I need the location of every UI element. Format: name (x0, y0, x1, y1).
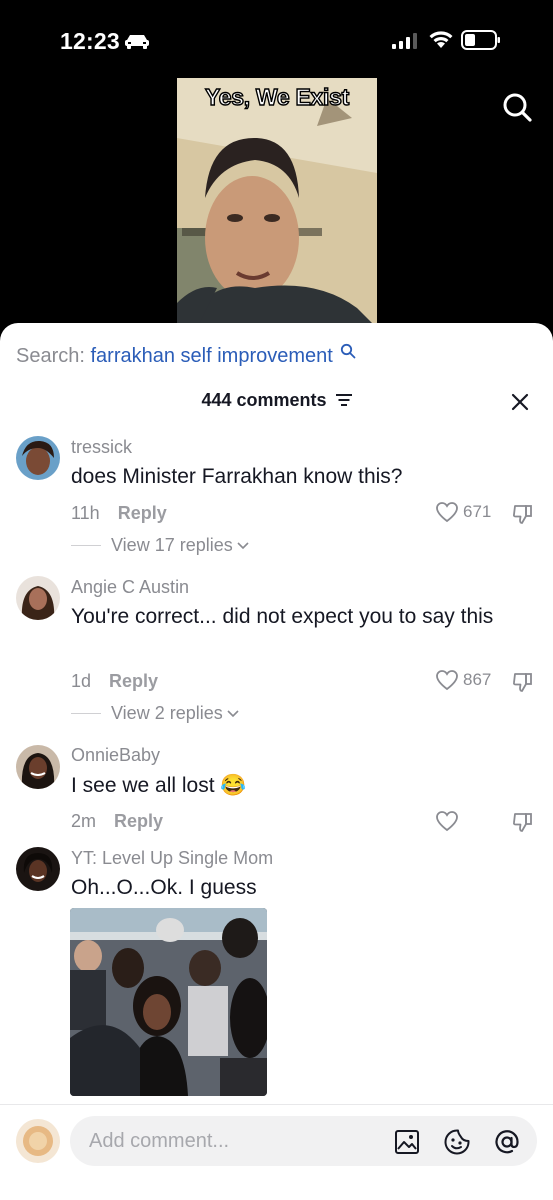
comment-username[interactable]: OnnieBaby (71, 745, 160, 766)
battery-icon (461, 30, 500, 50)
video-frame-image (177, 78, 377, 328)
comment-composer (0, 1104, 553, 1200)
dislike-icon[interactable] (511, 670, 535, 694)
heart-icon (436, 670, 458, 691)
my-avatar[interactable] (16, 1119, 60, 1163)
comment-text: does Minister Farrakhan know this? (71, 465, 403, 488)
comment-meta: 2m Reply (71, 811, 163, 832)
like-button[interactable] (435, 810, 463, 832)
chevron-down-icon (237, 541, 249, 549)
comment-username[interactable]: YT: Level Up Single Mom (71, 848, 273, 869)
view-replies-label: View 17 replies (111, 535, 233, 555)
like-button[interactable]: 867 (435, 669, 491, 691)
like-count: 867 (463, 670, 492, 689)
related-search[interactable]: Search: farrakhan self improvement (16, 343, 356, 368)
view-replies-button[interactable]: View 17 replies (71, 535, 249, 556)
emoji-icon[interactable] (443, 1128, 471, 1156)
comment-text: You're correct... did not expect you to … (71, 605, 494, 628)
search-term-link[interactable]: farrakhan self improvement (91, 345, 333, 367)
status-time: 12:23 (60, 28, 120, 54)
comment-username[interactable]: Angie C Austin (71, 577, 189, 598)
comment-time: 2m (71, 811, 97, 831)
reply-button[interactable]: Reply (109, 671, 158, 691)
comment-image-attachment[interactable] (70, 908, 267, 1096)
comment-time: 11h (71, 503, 100, 523)
comment-username[interactable]: tressick (71, 437, 132, 458)
replies-divider (71, 713, 101, 714)
reply-button[interactable]: Reply (118, 503, 167, 523)
mention-icon[interactable] (493, 1128, 521, 1156)
comment-meta: 11h Reply (71, 503, 167, 524)
dislike-icon[interactable] (511, 502, 535, 526)
video-caption: Yes, We Exist (204, 83, 350, 110)
comment-text: Oh...O...Ok. I guess (71, 876, 257, 899)
view-replies-button[interactable]: View 2 replies (71, 703, 239, 724)
video-thumbnail[interactable]: Yes, We Exist (177, 78, 377, 328)
image-icon[interactable] (394, 1129, 420, 1155)
avatar[interactable] (16, 745, 60, 789)
dislike-icon[interactable] (511, 810, 535, 834)
like-button[interactable]: 671 (435, 501, 491, 523)
status-bar: 12:23 (0, 0, 553, 80)
comment-text: I see we all lost 😂 (71, 774, 247, 797)
heart-icon (436, 811, 458, 832)
search-prefix: Search: (16, 345, 85, 367)
search-small-icon (341, 343, 356, 359)
signal-icon (392, 33, 417, 49)
heart-icon (436, 502, 458, 523)
avatar[interactable] (16, 436, 60, 480)
chevron-down-icon (227, 709, 239, 717)
comments-count-header[interactable]: 444 comments (0, 390, 553, 411)
like-count: 671 (463, 502, 492, 521)
reply-button[interactable]: Reply (114, 811, 163, 831)
close-icon[interactable] (510, 392, 530, 412)
filter-icon[interactable] (335, 393, 352, 407)
car-icon (125, 35, 149, 49)
avatar[interactable] (16, 576, 60, 620)
comments-count: 444 comments (201, 390, 327, 410)
crowd-photo (70, 908, 267, 1096)
comment-meta: 1d Reply (71, 671, 158, 692)
comment-time: 1d (71, 671, 92, 691)
view-replies-label: View 2 replies (111, 703, 223, 723)
comments-sheet: Search: farrakhan self improvement 444 c… (0, 323, 553, 1200)
search-icon[interactable] (500, 90, 534, 124)
avatar[interactable] (16, 847, 60, 891)
replies-divider (71, 545, 101, 546)
wifi-icon (429, 31, 453, 48)
